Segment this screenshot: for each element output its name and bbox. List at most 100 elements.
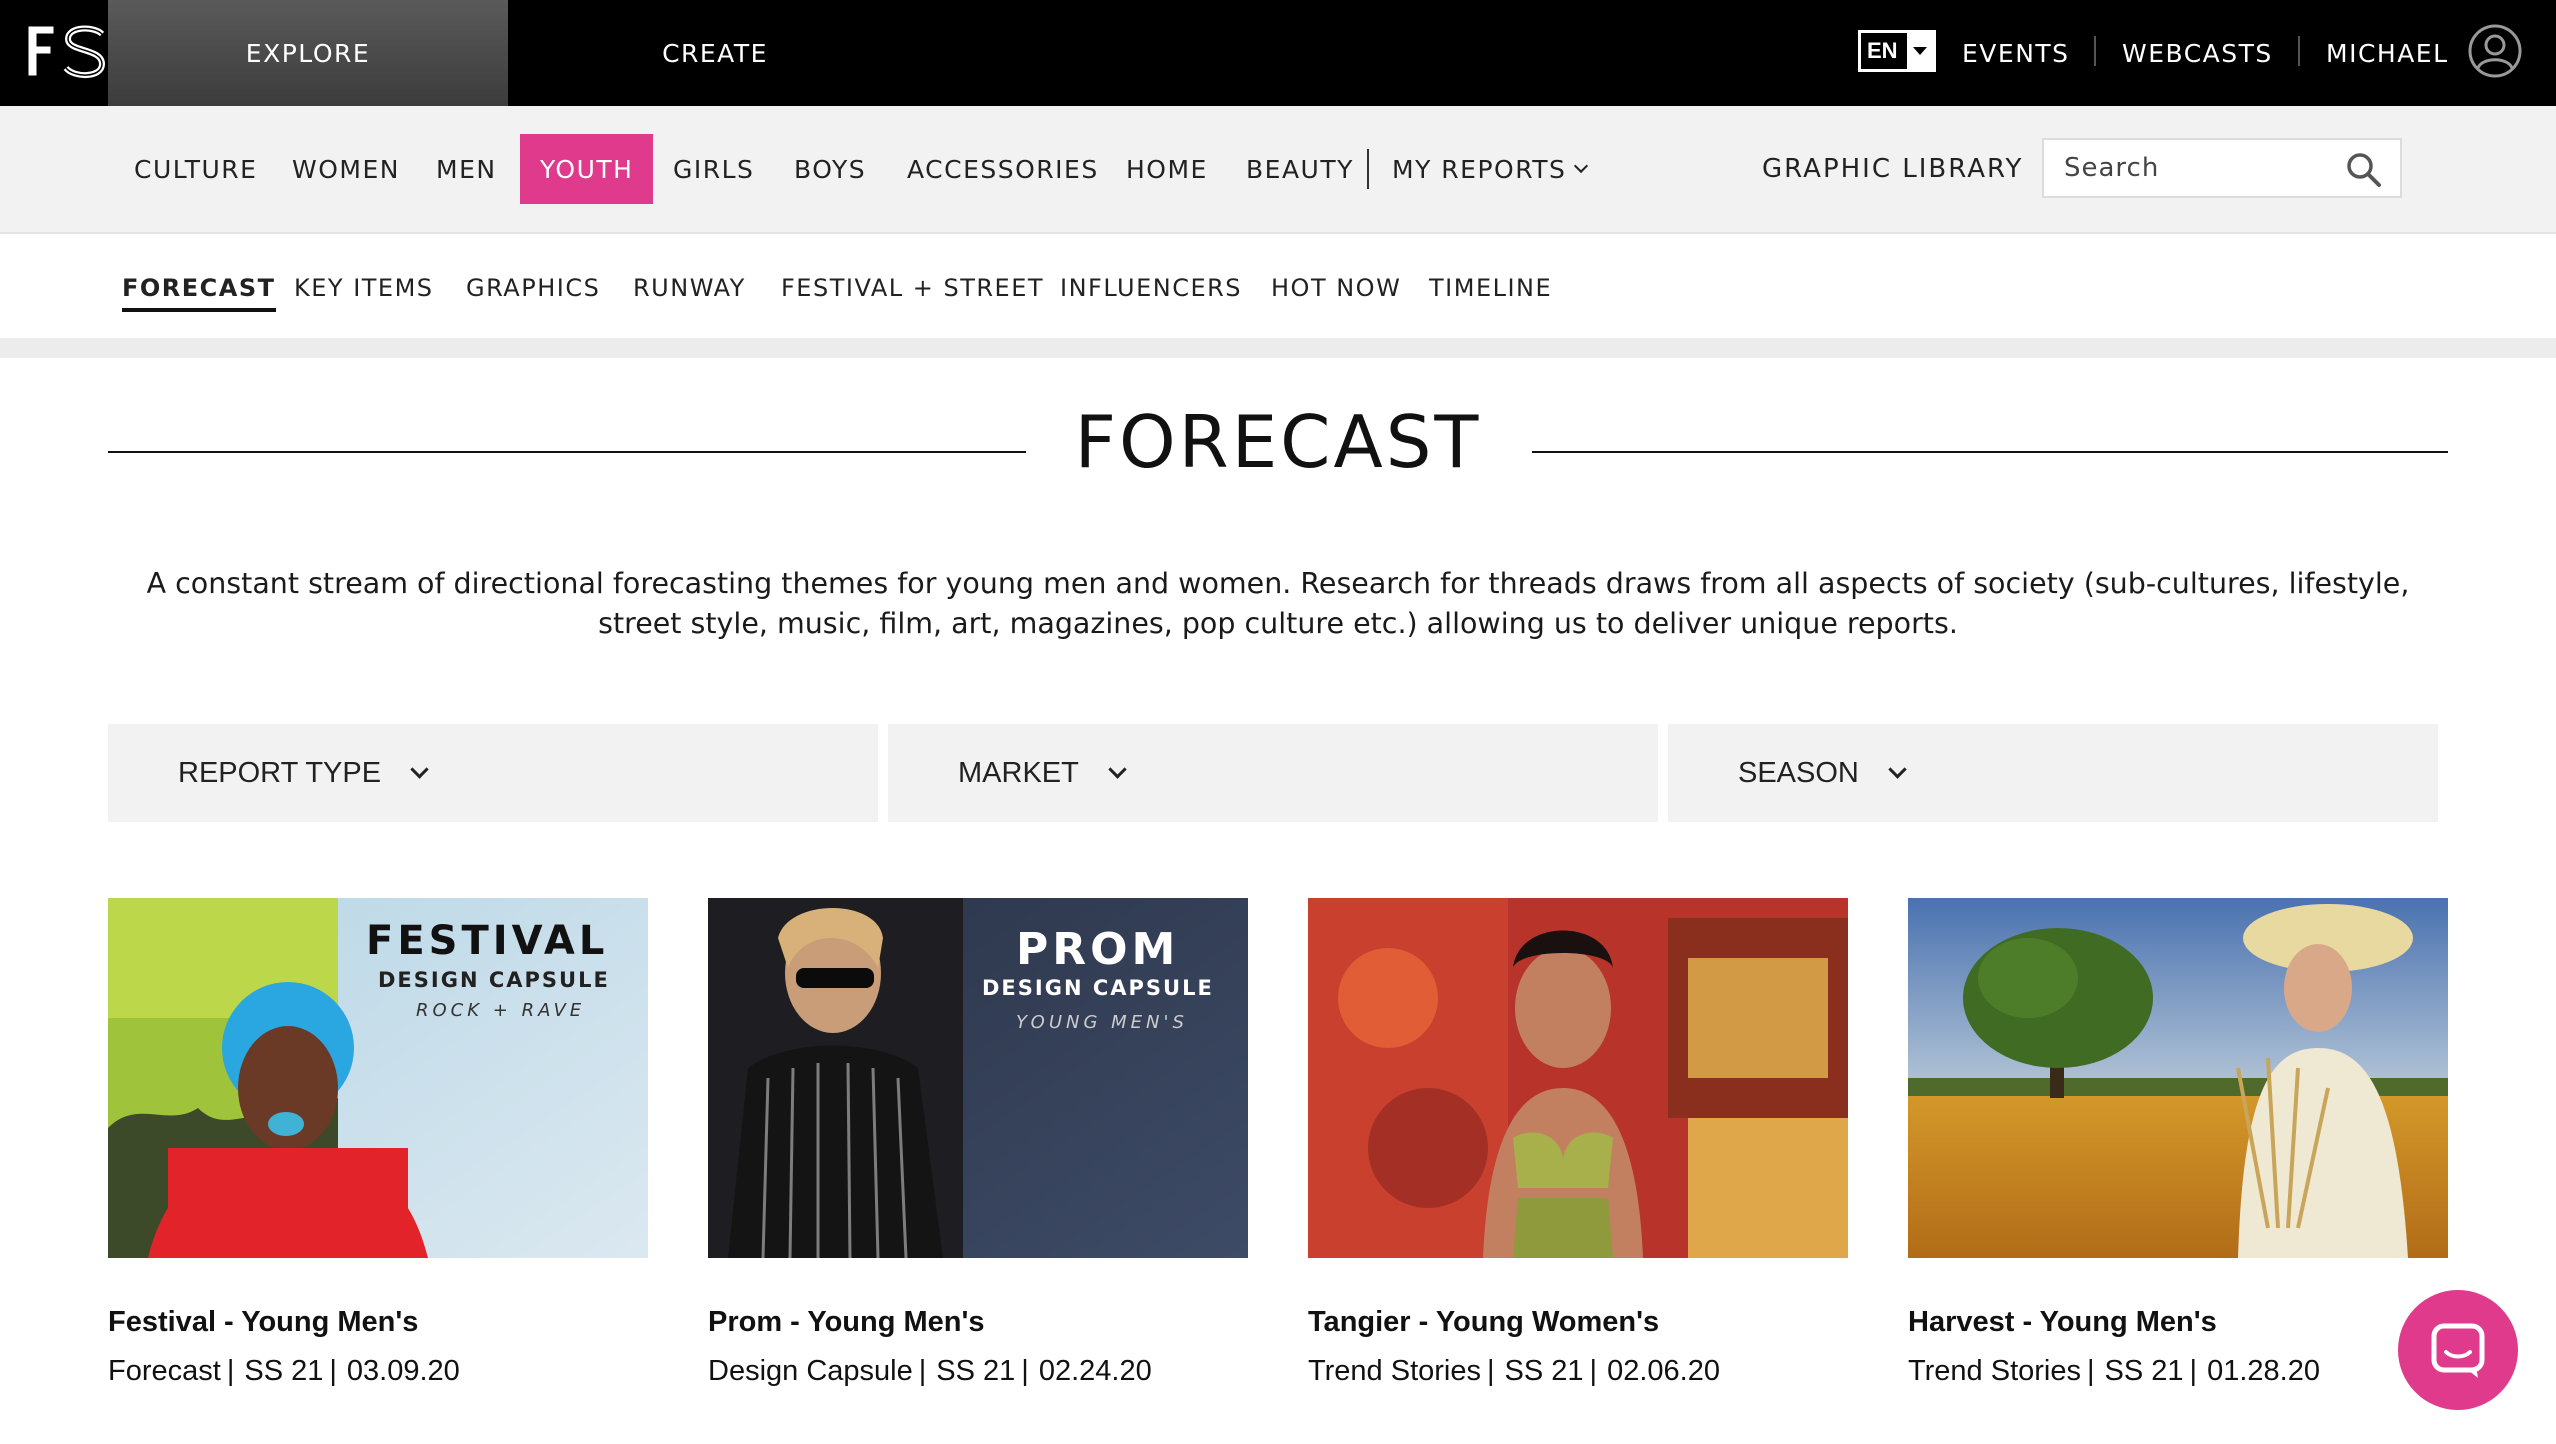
- graphic-library-label: GRAPHIC LIBRARY: [1762, 154, 2024, 184]
- graphic-library-link[interactable]: GRAPHIC LIBRARY: [1762, 134, 2023, 204]
- overlay-line2: DESIGN CAPSULE: [982, 976, 1214, 1000]
- report-title[interactable]: Tangier - Young Women's: [1308, 1306, 1848, 1339]
- report-thumbnail[interactable]: FESTIVAL DESIGN CAPSULE ROCK + RAVE: [108, 898, 648, 1258]
- category-label: BEAUTY: [1246, 154, 1354, 184]
- divider: [0, 338, 2556, 358]
- subnav-influencers[interactable]: INFLUENCERS: [1060, 274, 1242, 308]
- category-youth[interactable]: YOUTH: [520, 134, 654, 204]
- report-season: SS 21: [936, 1355, 1016, 1387]
- category-label: YOUTH: [540, 154, 634, 184]
- search-input[interactable]: [2044, 140, 2334, 196]
- overlay-line1: PROM: [1016, 924, 1180, 975]
- subnav-timeline[interactable]: TIMELINE: [1429, 274, 1552, 308]
- filter-label: SEASON: [1738, 756, 1859, 789]
- report-thumbnail[interactable]: [1908, 898, 2448, 1258]
- category-boys[interactable]: BOYS: [774, 134, 886, 204]
- harvest-image: [1908, 898, 2448, 1258]
- report-meta: Trend Stories | SS 21 | 02.06.20: [1308, 1355, 1720, 1387]
- report-card[interactable]: FESTIVAL DESIGN CAPSULE ROCK + RAVE Fest…: [108, 898, 648, 1388]
- category-accessories[interactable]: ACCESSORIES: [887, 134, 1119, 204]
- chevron-down-icon: [1888, 759, 1907, 779]
- chevron-down-icon: [410, 759, 429, 779]
- report-card[interactable]: Tangier - Young Women's Trend Stories | SS…: [1308, 898, 1848, 1388]
- divider: [2094, 36, 2096, 66]
- report-meta: Trend Stories | SS 21 | 01.28.20: [1908, 1355, 2320, 1387]
- events-link[interactable]: EVENTS: [1962, 0, 2070, 106]
- overlay-line3: YOUNG MEN'S: [1016, 1012, 1188, 1033]
- page-description: A constant stream of directional forecas…: [146, 567, 2410, 640]
- report-thumbnail[interactable]: [1308, 898, 1848, 1258]
- top-bar: EXPLORE CREATE EN EVENTS WEBCASTS MICHAE…: [0, 0, 2556, 120]
- divider: [1367, 149, 1369, 189]
- category-label: CULTURE: [134, 154, 258, 184]
- filter-market[interactable]: MARKET: [888, 724, 1658, 822]
- report-meta: Forecast | SS 21 | 03.09.20: [108, 1355, 460, 1387]
- report-card[interactable]: Harvest - Young Men's Trend Stories | SS 2…: [1908, 898, 2448, 1388]
- filter-label: REPORT TYPE: [178, 756, 382, 789]
- filter-report-type[interactable]: REPORT TYPE: [108, 724, 878, 822]
- report-date: 01.28.20: [2207, 1355, 2320, 1387]
- overlay-line3: ROCK + RAVE: [416, 1000, 586, 1021]
- language-select[interactable]: EN: [1858, 30, 1936, 72]
- filter-season[interactable]: SEASON: [1668, 724, 2438, 822]
- report-thumbnail[interactable]: PROM DESIGN CAPSULE YOUNG MEN'S: [708, 898, 1248, 1258]
- report-date: 03.09.20: [346, 1355, 460, 1387]
- events-label: EVENTS: [1962, 38, 2070, 68]
- chevron-down-icon: [1907, 33, 1933, 69]
- tangier-image: [1308, 898, 1848, 1258]
- page-title: FORECAST: [1074, 400, 1482, 484]
- category-culture[interactable]: CULTURE: [114, 134, 277, 204]
- subnav-forecast[interactable]: FORECAST: [122, 274, 276, 312]
- report-title[interactable]: Prom - Young Men's: [708, 1306, 1248, 1339]
- report-meta: Design Capsule | SS 21 | 02.24.20: [708, 1355, 1152, 1387]
- report-type: Trend Stories: [1308, 1355, 1481, 1387]
- report-type: Forecast: [108, 1355, 221, 1387]
- subnav-hot-now[interactable]: HOT NOW: [1271, 274, 1401, 308]
- user-menu[interactable]: MICHAEL: [2326, 0, 2449, 106]
- subnav-graphics[interactable]: GRAPHICS: [466, 274, 600, 308]
- category-label: GIRLS: [673, 154, 755, 184]
- filter-label: MARKET: [958, 756, 1079, 789]
- tab-create[interactable]: CREATE: [508, 0, 922, 106]
- search-box: [2042, 138, 2402, 198]
- category-label: WOMEN: [292, 154, 400, 184]
- category-nav: CULTURE WOMEN MEN YOUTH GIRLS BOYS ACCES…: [0, 106, 2556, 234]
- category-girls[interactable]: GIRLS: [653, 134, 774, 204]
- category-label: HOME: [1126, 154, 1208, 184]
- divider: [2298, 36, 2300, 66]
- my-reports-label: MY REPORTS: [1392, 154, 1567, 184]
- category-home[interactable]: HOME: [1106, 134, 1228, 204]
- report-season: SS 21: [1504, 1355, 1584, 1387]
- report-date: 02.06.20: [1607, 1355, 1720, 1387]
- my-reports-menu[interactable]: MY REPORTS: [1372, 134, 1606, 204]
- subnav-key-items[interactable]: KEY ITEMS: [294, 274, 434, 308]
- webcasts-label: WEBCASTS: [2122, 38, 2273, 68]
- category-beauty[interactable]: BEAUTY: [1226, 134, 1374, 204]
- subnav-runway[interactable]: RUNWAY: [633, 274, 746, 308]
- subnav-festival-street[interactable]: FESTIVAL + STREET: [781, 274, 1044, 308]
- report-card[interactable]: PROM DESIGN CAPSULE YOUNG MEN'S Prom - Y…: [708, 898, 1248, 1388]
- category-men[interactable]: MEN: [416, 134, 517, 204]
- search-icon[interactable]: [2346, 152, 2382, 188]
- user-name: MICHAEL: [2326, 38, 2449, 68]
- webcasts-link[interactable]: WEBCASTS: [2122, 0, 2273, 106]
- report-date: 02.24.20: [1038, 1355, 1152, 1387]
- sub-nav: FORECAST KEY ITEMS GRAPHICS RUNWAY FESTI…: [0, 234, 2556, 338]
- chevron-down-icon: [1574, 158, 1589, 174]
- language-value: EN: [1867, 38, 1898, 63]
- overlay-line1: FESTIVAL: [366, 918, 609, 964]
- overlay-line2: DESIGN CAPSULE: [378, 968, 610, 992]
- tab-explore[interactable]: EXPLORE: [108, 0, 508, 120]
- chat-button[interactable]: [2398, 1290, 2518, 1410]
- fs-logo[interactable]: [24, 22, 106, 80]
- category-label: MEN: [436, 154, 497, 184]
- category-women[interactable]: WOMEN: [272, 134, 420, 204]
- user-icon[interactable]: [2468, 24, 2522, 78]
- report-season: SS 21: [244, 1355, 324, 1387]
- report-title[interactable]: Festival - Young Men's: [108, 1306, 648, 1339]
- category-label: ACCESSORIES: [907, 154, 1099, 184]
- report-title[interactable]: Harvest - Young Men's: [1908, 1306, 2448, 1339]
- chevron-down-icon: [1108, 759, 1127, 779]
- chat-icon: [2431, 1323, 2485, 1378]
- report-type: Design Capsule: [708, 1355, 913, 1387]
